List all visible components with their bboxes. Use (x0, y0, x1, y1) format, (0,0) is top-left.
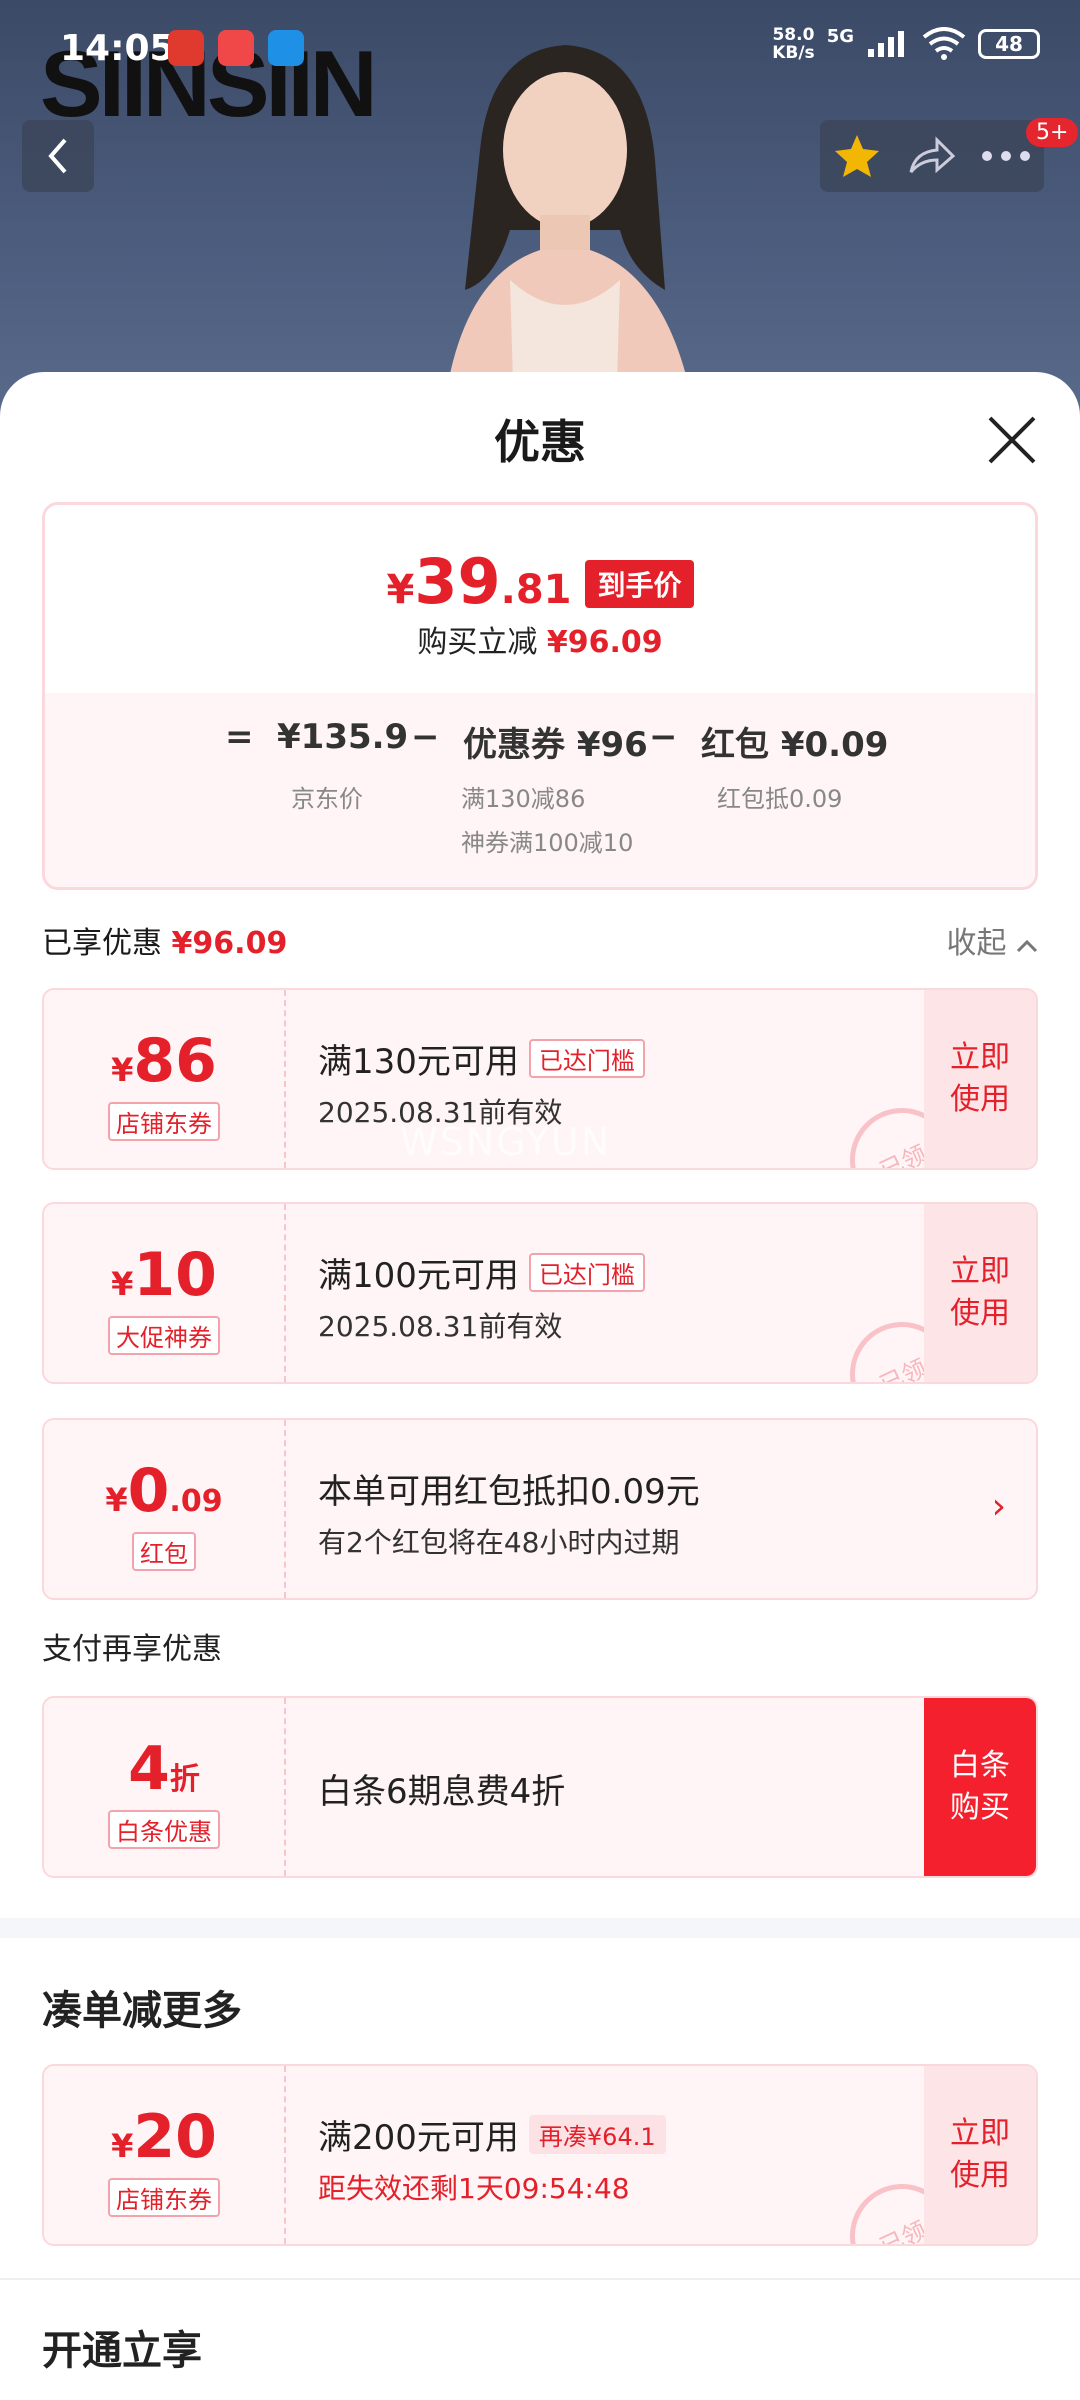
coupon-condition: 满200元可用 (318, 2118, 519, 2158)
close-icon[interactable] (984, 412, 1040, 468)
baitiao-buy-button[interactable]: 白条购买 (924, 1698, 1036, 1876)
app-notification-icon (218, 30, 254, 66)
coupon-total: 优惠券 ¥96 (463, 725, 648, 765)
use-now-button[interactable]: 立即使用 (924, 1204, 1036, 1382)
redpacket-deduction: 本单可用红包抵扣0.09元 (318, 1472, 700, 1512)
discount-sheet: 优惠 ¥ 39 .81 到手价 购买立减 ¥96.09 = ¥135.9 − 优… (0, 372, 1080, 2400)
top-action-bar (820, 120, 1044, 192)
payment-discount-card[interactable]: 4折 白条优惠 白条6期息费4折 白条购买 (42, 1696, 1038, 1878)
section-divider (0, 1918, 1080, 1938)
notification-icons (168, 30, 304, 66)
section-divider (0, 2278, 1080, 2280)
more-section-title: 凑单减更多 (42, 1988, 242, 2034)
coupon-countdown: 距失效还剩1天09:54:48 (318, 2172, 630, 2205)
redpacket-total: 红包 ¥0.09 (701, 725, 889, 765)
enjoyed-discount-row: 已享优惠 ¥96.09 收起 (42, 918, 1038, 962)
final-price-tag: 到手价 (585, 560, 694, 608)
favorite-star-icon[interactable] (833, 133, 881, 179)
back-button[interactable] (22, 120, 94, 192)
sheet-title: 优惠 (494, 415, 586, 469)
status-bar: 14:05 58.0 KB/s 5G 48 (0, 0, 1080, 96)
app-notification-icon (268, 30, 304, 66)
redpacket-tag: 红包 (132, 1532, 196, 1571)
redpacket-card[interactable]: ¥0.09 红包 本单可用红包抵扣0.09元 有2个红包将在48小时内过期 › (42, 1418, 1038, 1600)
threshold-badge: 已达门槛 (528, 1039, 645, 1078)
wifi-icon (922, 27, 966, 60)
coupon-type-tag: 店铺东券 (108, 1102, 220, 1141)
signal-icon (868, 31, 904, 57)
open-section-title: 开通立享 (42, 2328, 202, 2374)
share-icon[interactable] (907, 136, 955, 176)
price-formula: = ¥135.9 − 优惠券 ¥96 − 红包 ¥0.09 京东价 满130减8… (45, 693, 1035, 887)
chevron-left-icon (48, 138, 67, 174)
network-type: 5G (826, 25, 854, 47)
payment-section-label: 支付再享优惠 (42, 1632, 222, 1667)
threshold-badge: 已达门槛 (528, 1253, 645, 1292)
collapse-button[interactable]: 收起 (946, 918, 1038, 962)
coupon-condition: 满100元可用 (318, 1256, 519, 1296)
app-notification-icon (168, 30, 204, 66)
price-breakdown-card: ¥ 39 .81 到手价 购买立减 ¥96.09 = ¥135.9 − 优惠券 … (42, 502, 1038, 890)
coupon-validity: 2025.08.31前有效 (318, 1310, 563, 1343)
jd-price: ¥135.9 (277, 717, 409, 757)
instant-discount-line: 购买立减 ¥96.09 (417, 625, 663, 660)
final-price: ¥ 39 .81 到手价 (45, 545, 1035, 618)
network-speed: 58.0 KB/s (772, 25, 815, 63)
battery-indicator: 48 (978, 29, 1040, 59)
chevron-up-icon (1016, 939, 1038, 953)
payment-type-tag: 白条优惠 (108, 1810, 220, 1849)
coupon-type-tag: 店铺东券 (108, 2178, 220, 2217)
use-now-button[interactable]: 立即使用 (924, 2066, 1036, 2244)
chevron-right-icon[interactable]: › (992, 1486, 1006, 1527)
coupon-card[interactable]: ¥10 大促神券 满100元可用 已达门槛 2025.08.31前有效 已领 立即… (42, 1202, 1038, 1384)
add-more-badge: 再凑¥64.1 (528, 2115, 666, 2154)
watermark: WSNGYUN (400, 1120, 612, 1164)
payment-description: 白条6期息费4折 (318, 1772, 566, 1812)
redpacket-expiry-note: 有2个红包将在48小时内过期 (318, 1526, 680, 1559)
coupon-condition: 满130元可用 (318, 1042, 519, 1082)
use-now-button[interactable]: 立即使用 (924, 990, 1036, 1168)
message-count-badge: 5+ (1026, 118, 1079, 147)
clock: 14:05 (60, 28, 175, 69)
coupon-card[interactable]: ¥20 店铺东券 满200元可用 再凑¥64.1 距失效还剩1天09:54:48 … (42, 2064, 1038, 2246)
coupon-type-tag: 大促神券 (108, 1316, 220, 1355)
more-options-icon[interactable] (981, 150, 1031, 162)
